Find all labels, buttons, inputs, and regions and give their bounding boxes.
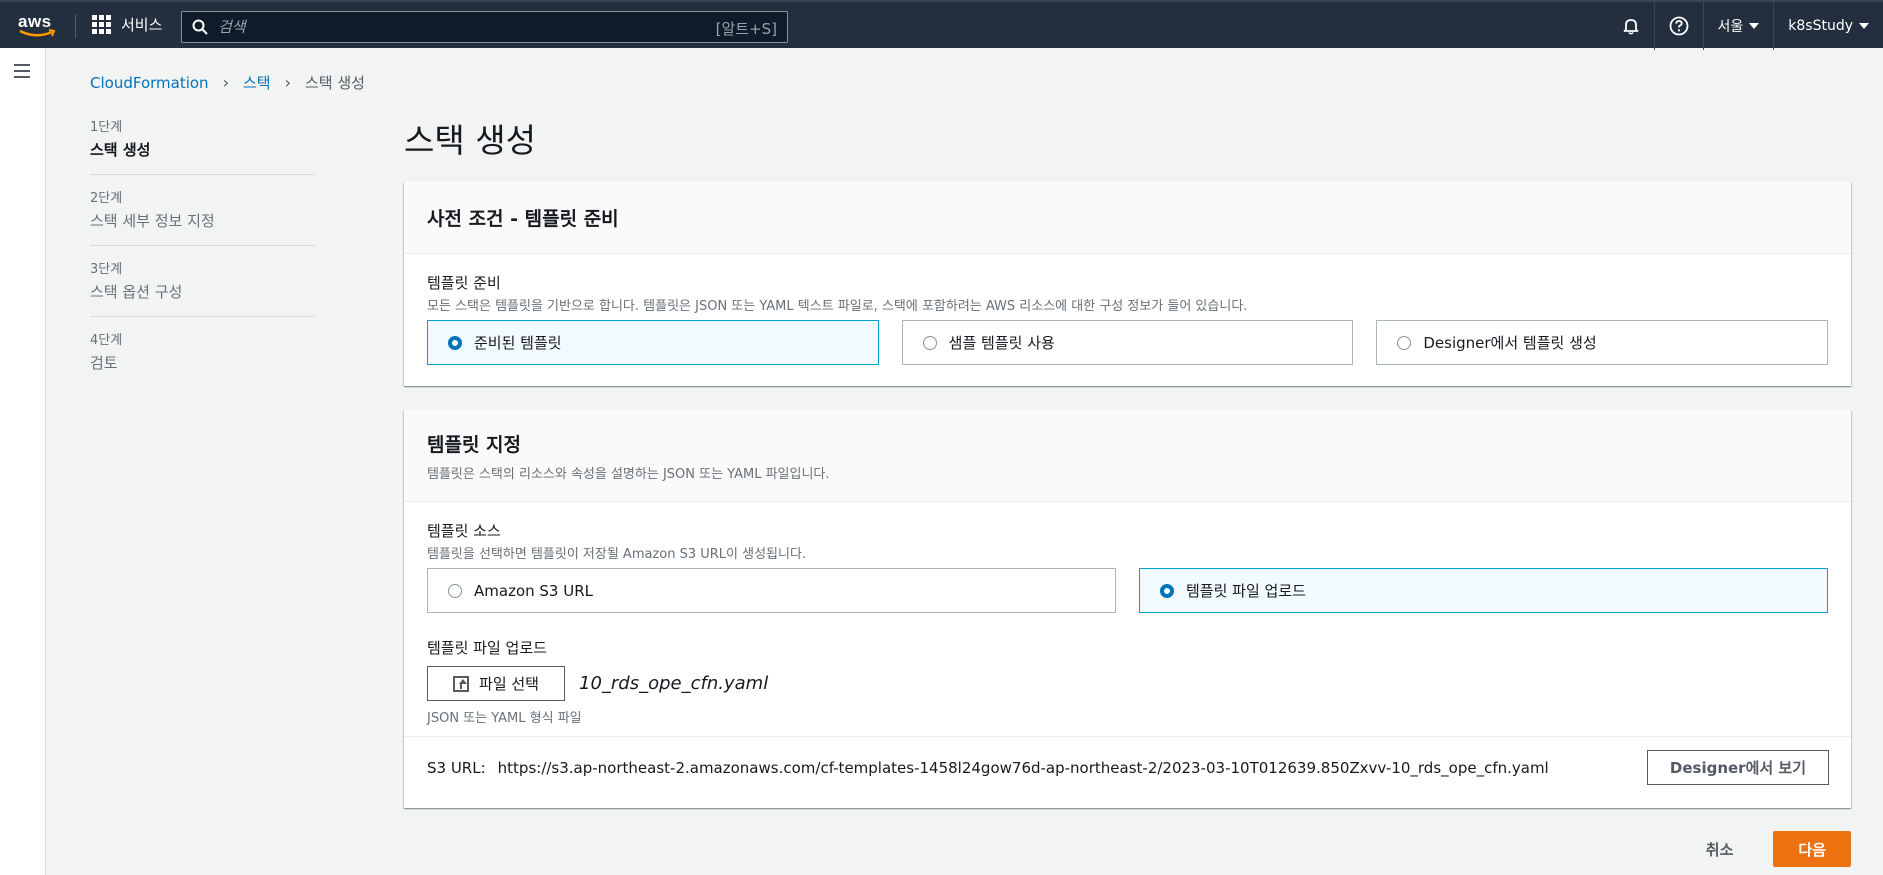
template-prepare-options: 준비된 템플릿 샘플 템플릿 사용 Designer에서 템플릿 생성 (427, 320, 1829, 365)
account-menu[interactable]: k8sStudy (1773, 2, 1883, 50)
option-amazon-s3-url[interactable]: Amazon S3 URL (427, 568, 1116, 613)
field-label: 템플릿 소스 (427, 522, 501, 540)
radio-unselected-icon (922, 335, 937, 350)
radio-selected-icon (1160, 583, 1174, 598)
field-description: 템플릿을 선택하면 템플릿이 저장될 Amazon S3 URL이 생성됩니다. (427, 547, 807, 562)
radio-unselected-icon (1397, 335, 1412, 350)
wizard-step-3: 3단계 스택 옵션 구성 (90, 258, 315, 317)
panel-title: 템플릿 지정 (427, 434, 522, 456)
option-label: 샘플 템플릿 사용 (948, 334, 1055, 352)
option-label: Designer에서 템플릿 생성 (1423, 334, 1597, 352)
upload-icon (453, 675, 470, 692)
services-label: 서비스 (121, 16, 163, 34)
breadcrumb-current: 스택 생성 (304, 74, 365, 92)
field-label: 템플릿 파일 업로드 (427, 639, 547, 657)
search-box[interactable]: [알트+S] (181, 11, 788, 43)
notifications-button[interactable] (1608, 2, 1654, 50)
step-number: 1단계 (90, 120, 123, 135)
top-navigation: aws 서비스 [알트+S] (0, 0, 1883, 50)
help-icon (1669, 16, 1688, 36)
chevron-right-icon: › (284, 73, 291, 92)
aws-logo[interactable]: aws (18, 12, 58, 40)
option-upload-template-file[interactable]: 템플릿 파일 업로드 (1139, 568, 1828, 613)
panel-header: 템플릿 지정 템플릿은 스택의 리소스와 속성을 설명하는 JSON 또는 YA… (404, 410, 1851, 502)
step-title: 검토 (90, 354, 118, 372)
next-button[interactable]: 다음 (1773, 831, 1851, 867)
step-number: 4단계 (90, 333, 123, 348)
wizard-step-4: 4단계 검토 (90, 329, 315, 387)
radio-selected-icon (448, 335, 462, 350)
wizard-steps: 1단계 스택 생성 2단계 스택 세부 정보 지정 3단계 스택 옵션 구성 4… (90, 116, 315, 399)
option-label: 준비된 템플릿 (474, 334, 562, 352)
region-selector[interactable]: 서울 (1702, 2, 1774, 50)
breadcrumb-cloudformation[interactable]: CloudFormation (90, 74, 209, 92)
grid-icon (92, 15, 111, 34)
option-label: 템플릿 파일 업로드 (1186, 582, 1306, 600)
breadcrumb: CloudFormation › 스택 › 스택 생성 (90, 72, 365, 93)
view-in-designer-button[interactable]: Designer에서 보기 (1646, 750, 1829, 785)
caret-down-icon (1749, 23, 1760, 29)
aws-smile-icon (19, 29, 56, 37)
specify-template-panel: 템플릿 지정 템플릿은 스택의 리소스와 속성을 설명하는 JSON 또는 YA… (404, 410, 1851, 808)
upload-row: 파일 선택 10_rds_ope_cfn.yaml (427, 666, 1828, 701)
step-number: 3단계 (90, 262, 123, 277)
template-source-options: Amazon S3 URL 템플릿 파일 업로드 (427, 568, 1828, 613)
breadcrumb-stacks[interactable]: 스택 (243, 72, 271, 93)
nav-right-group: 서울 k8sStudy (1608, 2, 1883, 50)
selected-filename: 10_rds_ope_cfn.yaml (579, 673, 769, 694)
help-button[interactable] (1653, 2, 1703, 50)
cancel-button[interactable]: 취소 (1688, 839, 1752, 860)
search-icon (192, 19, 208, 35)
step-number: 2단계 (90, 191, 123, 206)
choose-file-label: 파일 선택 (479, 675, 539, 693)
account-label: k8sStudy (1788, 18, 1853, 34)
bell-icon (1623, 19, 1638, 35)
chevron-right-icon: › (222, 73, 229, 92)
nav-divider (75, 14, 76, 38)
s3-url-footer: S3 URL: https://s3.ap-northeast-2.amazon… (404, 736, 1851, 798)
panel-description: 템플릿은 스택의 리소스와 속성을 설명하는 JSON 또는 YAML 파일입니… (427, 467, 830, 482)
field-description: 모든 스택은 템플릿을 기반으로 합니다. 템플릿은 JSON 또는 YAML … (427, 299, 1248, 314)
panel-body: 템플릿 준비 모든 스택은 템플릿을 기반으로 합니다. 템플릿은 JSON 또… (404, 254, 1851, 387)
search-shortcut-hint: [알트+S] (715, 20, 777, 38)
services-menu[interactable]: 서비스 (92, 14, 162, 35)
menu-icon[interactable] (14, 64, 30, 82)
choose-file-button[interactable]: 파일 선택 (427, 666, 565, 701)
s3-url-value: https://s3.ap-northeast-2.amazonaws.com/… (497, 758, 1549, 777)
prerequisite-panel: 사전 조건 - 템플릿 준비 템플릿 준비 모든 스택은 템플릿을 기반으로 합… (404, 182, 1851, 386)
step-title: 스택 옵션 구성 (90, 283, 183, 301)
region-label: 서울 (1717, 19, 1744, 35)
option-designer-template[interactable]: Designer에서 템플릿 생성 (1376, 320, 1829, 365)
caret-down-icon (1859, 23, 1869, 29)
wizard-step-1: 1단계 스택 생성 (90, 116, 315, 175)
option-label: Amazon S3 URL (474, 581, 593, 600)
wizard-actions: 취소 다음 (1688, 831, 1851, 867)
step-title: 스택 생성 (90, 141, 151, 159)
step-title: 스택 세부 정보 지정 (90, 212, 215, 230)
search-input[interactable] (218, 18, 698, 36)
wizard-step-2: 2단계 스택 세부 정보 지정 (90, 187, 315, 246)
radio-unselected-icon (448, 583, 462, 598)
field-label: 템플릿 준비 (427, 274, 501, 292)
upload-hint: JSON 또는 YAML 형식 파일 (427, 711, 582, 726)
s3-url-label: S3 URL: (427, 758, 486, 777)
option-sample-template[interactable]: 샘플 템플릿 사용 (901, 320, 1354, 365)
side-navigation (0, 48, 46, 875)
panel-header: 사전 조건 - 템플릿 준비 (404, 182, 1851, 254)
panel-body: 템플릿 소스 템플릿을 선택하면 템플릿이 저장될 Amazon S3 URL이… (404, 502, 1851, 736)
panel-title: 사전 조건 - 템플릿 준비 (427, 208, 619, 230)
option-ready-template[interactable]: 준비된 템플릿 (427, 320, 879, 365)
page-title: 스택 생성 (404, 121, 536, 160)
